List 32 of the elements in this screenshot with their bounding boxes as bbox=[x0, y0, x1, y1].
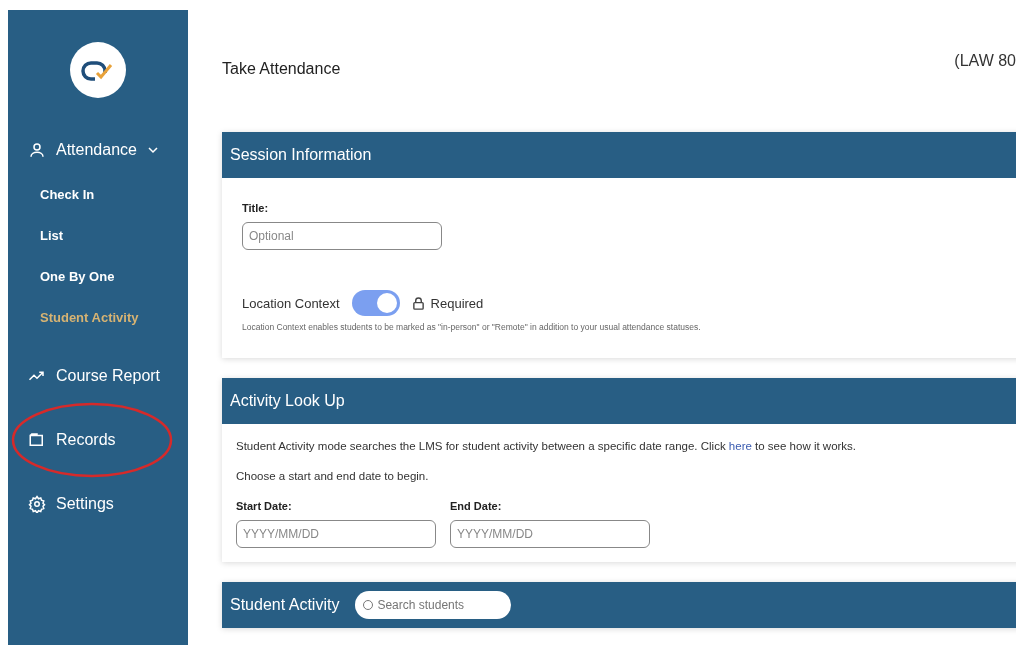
date-input[interactable]: YYYY/MM/DD bbox=[236, 520, 436, 548]
field-label: Title: bbox=[242, 202, 270, 214]
person-icon bbox=[28, 141, 46, 159]
search-field[interactable]: Search students bbox=[355, 591, 512, 619]
date-input[interactable]: YYYY/MM/DD bbox=[450, 520, 650, 548]
toggle-label: Location Context bbox=[242, 295, 340, 311]
card-heading: Student Activity bbox=[230, 596, 340, 614]
card-heading: Session Information bbox=[230, 146, 372, 164]
course-code: (LAW 80 bbox=[954, 52, 1016, 71]
search-icon bbox=[362, 599, 375, 611]
nav-subitem[interactable]: One By One bbox=[8, 256, 188, 297]
nav-subitem[interactable]: List bbox=[8, 215, 188, 256]
nav-subitem[interactable]: Check In bbox=[8, 174, 188, 215]
nav-item[interactable]: Attendance bbox=[8, 130, 188, 170]
required-label: Required bbox=[430, 295, 484, 311]
nav-item[interactable]: Settings bbox=[8, 484, 188, 524]
card-heading: Activity Look Up bbox=[230, 392, 345, 410]
help-text: Location Context enables students to be marked as "in-person" or "Remote" in addition to your usual attendance statuses. bbox=[242, 322, 702, 332]
settings-icon bbox=[28, 495, 46, 513]
instruction-text: Choose a start and end date to begin. bbox=[236, 470, 430, 482]
field-label: Start Date: bbox=[236, 500, 293, 512]
location-toggle[interactable] bbox=[351, 290, 400, 316]
help-link[interactable]: here bbox=[728, 440, 752, 452]
field-label: End Date: bbox=[450, 500, 503, 512]
lock-icon bbox=[411, 296, 425, 310]
nav-item[interactable]: Records bbox=[8, 420, 188, 460]
description-text: Student Activity mode searches the LMS for student activity between a specific date range. Click here to see how it works. bbox=[236, 440, 858, 452]
title-input[interactable]: Optional bbox=[242, 222, 442, 250]
page-title: Take Attendance bbox=[222, 60, 341, 79]
folder-icon bbox=[28, 431, 46, 449]
nav-subitem[interactable]: Student Activity bbox=[8, 297, 188, 338]
nav-item[interactable]: Course Report bbox=[8, 356, 188, 396]
